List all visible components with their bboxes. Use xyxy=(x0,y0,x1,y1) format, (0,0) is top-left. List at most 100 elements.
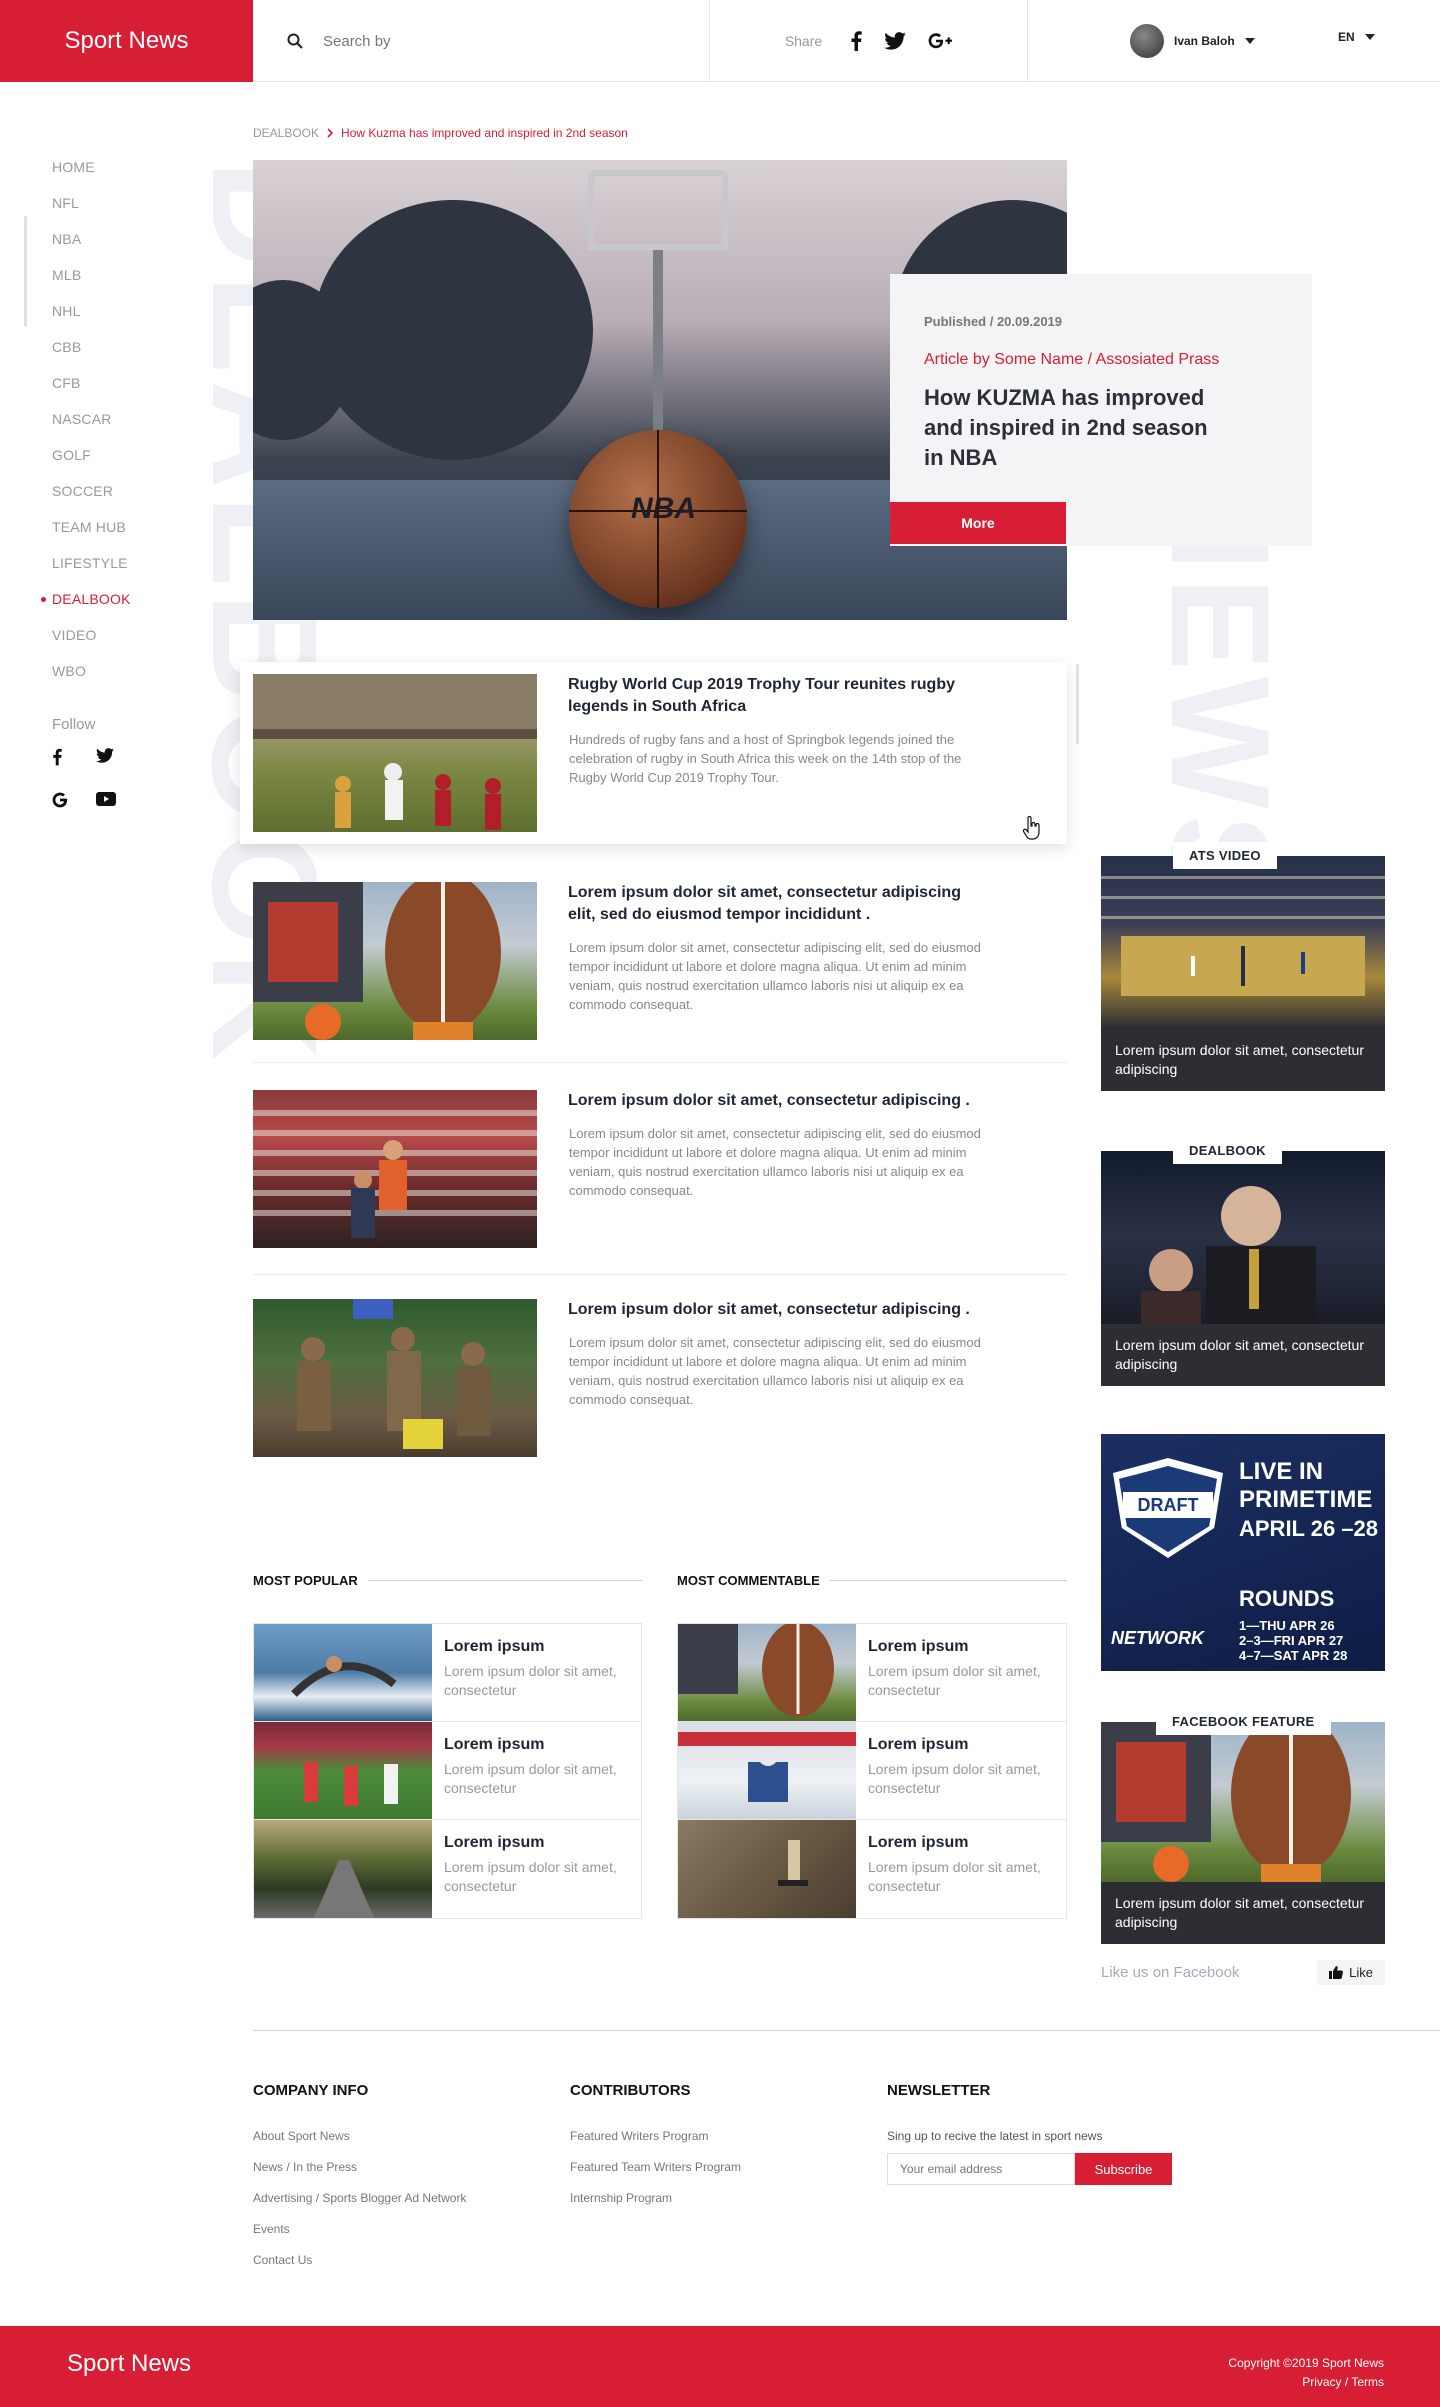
list-item-title[interactable]: Lorem ipsum xyxy=(444,1638,544,1656)
sidebar-scroll-indicator[interactable] xyxy=(24,216,27,326)
list-item[interactable]: Lorem ipsum Lorem ipsum dolor sit amet, … xyxy=(678,1820,1066,1918)
facebook-icon[interactable] xyxy=(52,748,72,768)
list-item-title[interactable]: Lorem ipsum xyxy=(868,1834,968,1852)
article-thumbnail[interactable] xyxy=(253,674,537,832)
footer-company: COMPANY INFO About Sport News News / In … xyxy=(253,2082,466,2284)
sidebar-item-mlb[interactable]: MLB xyxy=(52,266,131,302)
newsletter-form: Subscribe xyxy=(887,2153,1172,2185)
facebook-feature-card[interactable]: Lorem ipsum dolor sit amet, consectetur … xyxy=(1101,1708,1385,1944)
sidebar-item-nba[interactable]: NBA xyxy=(52,230,131,266)
logo[interactable]: Sport News xyxy=(0,0,253,82)
twitter-icon[interactable] xyxy=(884,32,906,50)
footer-link[interactable]: News / In the Press xyxy=(253,2160,466,2174)
footer-link[interactable]: Featured Writers Program xyxy=(570,2129,741,2143)
nfl-draft-ad[interactable]: DRAFT LIVE IN PRIMETIME APRIL 26 –28 ROU… xyxy=(1101,1434,1385,1671)
sidebar-item-nhl[interactable]: NHL xyxy=(52,302,131,338)
user-menu[interactable]: Ivan Baloh xyxy=(1130,24,1255,58)
ats-video-card[interactable]: Lorem ipsum dolor sit amet, consectetur … xyxy=(1101,842,1385,1091)
search-icon[interactable] xyxy=(287,33,303,49)
sidebar-item-nascar[interactable]: NASCAR xyxy=(52,410,131,446)
article-thumbnail[interactable] xyxy=(253,882,537,1040)
header: Sport News Share Ivan Baloh EN xyxy=(0,0,1440,82)
hero-tree xyxy=(313,200,593,460)
footer-company-title: COMPANY INFO xyxy=(253,2082,369,2099)
facebook-icon[interactable] xyxy=(850,31,862,51)
footer-link[interactable]: Featured Team Writers Program xyxy=(570,2160,741,2174)
more-button[interactable]: More xyxy=(890,502,1066,544)
list-thumbnail xyxy=(678,1820,856,1918)
ball-logo: NBA xyxy=(631,492,696,525)
sidebar-item-wbo[interactable]: WBO xyxy=(52,662,131,698)
breadcrumb: DEALBOOK How Kuzma has improved and insp… xyxy=(253,126,628,140)
article-item[interactable]: Lorem ipsum dolor sit amet, consectetur … xyxy=(253,882,1067,1040)
article-item[interactable]: Lorem ipsum dolor sit amet, consectetur … xyxy=(253,1090,1067,1248)
footer-link[interactable]: Advertising / Sports Blogger Ad Network xyxy=(253,2191,466,2205)
ad-schedule: 1—THU APR 26 2–3—FRI APR 27 4–7—SAT APR … xyxy=(1239,1618,1348,1663)
list-item-title[interactable]: Lorem ipsum xyxy=(444,1736,544,1754)
hero-author[interactable]: Article by Some Name / Assosiated Prass xyxy=(924,351,1278,369)
article-title[interactable]: Lorem ipsum dolor sit amet, consectetur … xyxy=(568,1299,988,1321)
article-thumbnail[interactable] xyxy=(253,1299,537,1457)
sidebar-item-cfb[interactable]: CFB xyxy=(52,374,131,410)
article-title[interactable]: Lorem ipsum dolor sit amet, consectetur … xyxy=(568,882,988,926)
subscribe-button[interactable]: Subscribe xyxy=(1075,2153,1172,2185)
privacy-terms-link[interactable]: Privacy / Terms xyxy=(1228,2373,1384,2392)
avatar xyxy=(1130,24,1164,58)
article-item[interactable]: Lorem ipsum dolor sit amet, consectetur … xyxy=(253,1299,1067,1457)
breadcrumb-parent[interactable]: DEALBOOK xyxy=(253,126,319,140)
google-icon[interactable] xyxy=(52,792,72,812)
sidebar-item-video[interactable]: VIDEO xyxy=(52,626,131,662)
list-item-title[interactable]: Lorem ipsum xyxy=(444,1834,544,1852)
divider xyxy=(367,1580,642,1581)
list-item[interactable]: Lorem ipsum Lorem ipsum dolor sit amet, … xyxy=(254,1820,641,1918)
sidebar-item-team-hub[interactable]: TEAM HUB xyxy=(52,518,131,554)
sidebar-item-golf[interactable]: GOLF xyxy=(52,446,131,482)
dealbook-card[interactable]: Lorem ipsum dolor sit amet, consectetur … xyxy=(1101,1137,1385,1386)
list-item-title[interactable]: Lorem ipsum xyxy=(868,1638,968,1656)
sidebar-item-lifestyle[interactable]: LIFESTYLE xyxy=(52,554,131,590)
page: Sport News Share Ivan Baloh EN DEALBOOK … xyxy=(0,0,1440,2407)
list-item[interactable]: Lorem ipsum Lorem ipsum dolor sit amet, … xyxy=(254,1624,641,1722)
footer-newsletter: NEWSLETTER Sing up to recive the latest … xyxy=(887,2082,1172,2185)
like-button[interactable]: Like xyxy=(1317,1960,1385,1985)
sidebar-item-nfl[interactable]: NFL xyxy=(52,194,131,230)
sidebar-item-dealbook[interactable]: DEALBOOK xyxy=(41,590,131,626)
sidebar-item-cbb[interactable]: CBB xyxy=(52,338,131,374)
footer-logo[interactable]: Sport News xyxy=(67,2350,191,2378)
search-input[interactable] xyxy=(323,32,643,50)
ad-title: LIVE IN PRIMETIME xyxy=(1239,1458,1373,1513)
list-item[interactable]: Lorem ipsum Lorem ipsum dolor sit amet, … xyxy=(678,1624,1066,1722)
follow-label: Follow xyxy=(52,716,96,733)
list-item-text: Lorem ipsum dolor sit amet, consectetur xyxy=(868,1663,1041,1698)
article-item[interactable]: Rugby World Cup 2019 Trophy Tour reunite… xyxy=(253,674,1067,832)
footer-link[interactable]: Events xyxy=(253,2222,466,2236)
footer-link[interactable]: Contact Us xyxy=(253,2253,466,2267)
article-text: Hundreds of rugby fans and a host of Spr… xyxy=(569,732,962,785)
hero-title[interactable]: How KUZMA has improved and inspired in 2… xyxy=(924,383,1214,473)
newsletter-text: Sing up to recive the latest in sport ne… xyxy=(887,2129,1103,2143)
sidebar-item-home[interactable]: HOME xyxy=(52,158,131,194)
ad-dates: APRIL 26 –28 xyxy=(1239,1516,1379,1541)
article-text: Lorem ipsum dolor sit amet, consectetur … xyxy=(569,940,981,1012)
twitter-icon[interactable] xyxy=(96,748,116,768)
language-select[interactable]: EN xyxy=(1338,30,1375,44)
list-item-text: Lorem ipsum dolor sit amet, consectetur xyxy=(868,1761,1041,1796)
dealbook-caption: Lorem ipsum dolor sit amet, consectetur … xyxy=(1101,1324,1385,1386)
google-plus-icon[interactable] xyxy=(928,32,953,50)
hero-pole xyxy=(653,250,663,450)
article-title[interactable]: Lorem ipsum dolor sit amet, consectetur … xyxy=(568,1090,988,1112)
article-text: Lorem ipsum dolor sit amet, consectetur … xyxy=(569,1126,981,1198)
list-item-title[interactable]: Lorem ipsum xyxy=(868,1736,968,1754)
footer-link[interactable]: Internship Program xyxy=(570,2191,741,2205)
article-thumbnail[interactable] xyxy=(253,1090,537,1248)
article-title[interactable]: Rugby World Cup 2019 Trophy Tour reunite… xyxy=(568,674,988,718)
youtube-icon[interactable] xyxy=(96,792,116,812)
scrollbar[interactable] xyxy=(1076,664,1079,744)
list-item[interactable]: Lorem ipsum Lorem ipsum dolor sit amet, … xyxy=(678,1722,1066,1820)
footer-link[interactable]: About Sport News xyxy=(253,2129,466,2143)
most-commentable-title: MOST COMMENTABLE xyxy=(677,1573,820,1588)
divider xyxy=(253,1062,1067,1063)
email-field[interactable] xyxy=(887,2153,1075,2185)
list-item[interactable]: Lorem ipsum Lorem ipsum dolor sit amet, … xyxy=(254,1722,641,1820)
sidebar-item-soccer[interactable]: SOCCER xyxy=(52,482,131,518)
